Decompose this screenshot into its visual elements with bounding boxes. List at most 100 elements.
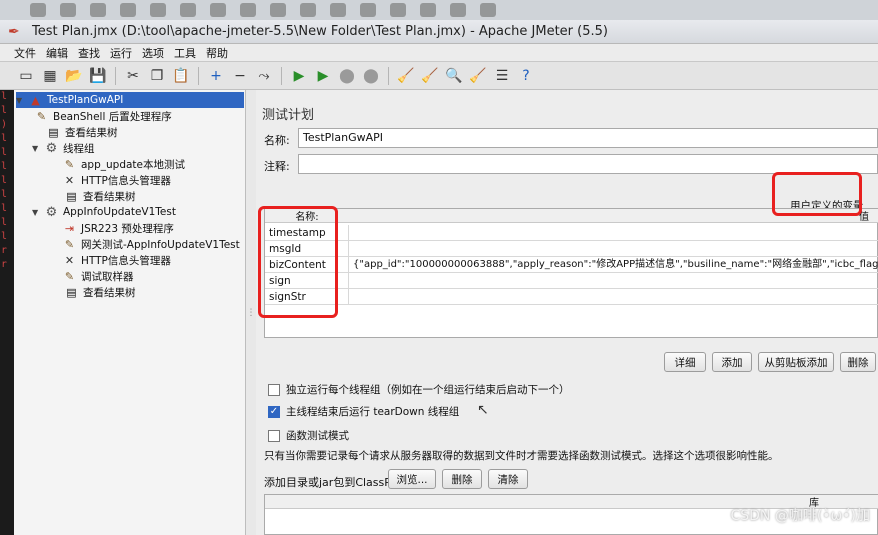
taskbar-app-icon[interactable] — [330, 3, 346, 17]
taskbar-app-icon[interactable] — [90, 3, 106, 17]
taskbar-app-icon[interactable] — [270, 3, 286, 17]
function-helper-icon[interactable]: ☰ — [492, 66, 512, 86]
table-row[interactable]: bizContent {"app_id":"100000000063888","… — [265, 256, 878, 273]
run-groups-consecutively-checkbox[interactable]: 独立运行每个线程组（例如在一个组运行结束后启动下一个） — [268, 382, 570, 397]
watermark: CSDN @咖啡(•̀ω•́)加 — [730, 508, 870, 524]
checkbox-box-checked[interactable]: ✓ — [268, 405, 280, 418]
taskbar-app-icon[interactable] — [360, 3, 376, 17]
taskbar-app-icon[interactable] — [30, 3, 46, 17]
chart-icon: ▤ — [48, 125, 59, 139]
open-icon[interactable]: 📂 — [64, 66, 84, 86]
table-row[interactable]: sign — [265, 272, 878, 289]
table-row[interactable]: signStr — [265, 288, 878, 305]
name-input[interactable]: TestPlanGwAPI — [298, 128, 878, 148]
table-row[interactable]: msgId — [265, 240, 878, 257]
checkbox-box[interactable] — [268, 383, 280, 396]
detail-button[interactable]: 详细 — [664, 352, 706, 372]
collapse-arrow-icon[interactable]: ▼ — [32, 144, 42, 153]
help-icon[interactable]: ? — [516, 66, 536, 86]
new-icon[interactable]: ▭ — [16, 66, 36, 86]
tree-node-thread-group[interactable]: ▼ ⚙ 线程组 — [32, 140, 95, 156]
annotation-highlight-box — [258, 206, 338, 318]
tree-node-label: 调试取样器 — [81, 270, 134, 283]
functional-test-mode-checkbox[interactable]: 函数测试模式 — [268, 428, 349, 443]
clear-all-icon[interactable]: 🧹 — [420, 66, 440, 86]
var-value-cell[interactable]: {"app_id":"100000000063888","apply_reaso… — [349, 257, 878, 273]
tree-node-appinfo-group[interactable]: ▼ ⚙ AppInfoUpdateV1Test — [32, 204, 176, 220]
functional-mode-note: 只有当你需要记录每个请求从服务器取得的数据到文件时才需要选择函数测试模式。选择这… — [264, 450, 779, 462]
menu-run[interactable]: 运行 — [110, 45, 132, 61]
tree-node-app-update[interactable]: ✎ app_update本地测试 — [62, 156, 185, 172]
table-row[interactable]: timestamp — [265, 224, 878, 241]
taskbar-app-icon[interactable] — [180, 3, 196, 17]
taskbar-app-icon[interactable] — [60, 3, 76, 17]
delete-button[interactable]: 删除 — [840, 352, 876, 372]
edge-text: l — [1, 189, 8, 200]
search-icon[interactable]: 🔍 — [444, 66, 464, 86]
taskbar-app-icon[interactable] — [480, 3, 496, 17]
classpath-clear-button[interactable]: 清除 — [488, 469, 528, 489]
gear-icon: ⚙ — [45, 140, 58, 156]
taskbar-app-icon[interactable] — [300, 3, 316, 17]
window-titlebar[interactable]: ✒ Test Plan.jmx (D:\tool\apache-jmeter-5… — [0, 20, 878, 44]
taskbar-app-icon[interactable] — [420, 3, 436, 17]
mouse-cursor-icon: ↖ — [477, 402, 489, 418]
tree-node-beanshell[interactable]: ✎ BeanShell 后置处理程序 — [34, 108, 172, 124]
paste-icon[interactable]: 📋 — [171, 66, 191, 86]
menu-help[interactable]: 帮助 — [206, 45, 228, 61]
var-value-cell[interactable] — [349, 273, 878, 289]
var-value-cell[interactable] — [349, 289, 878, 305]
tree-node-gateway-test[interactable]: ✎ 网关测试-AppInfoUpdateV1Test — [62, 236, 240, 252]
tree-node-result-tree[interactable]: ▤ 查看结果树 — [64, 188, 135, 204]
tree-node-result-tree[interactable]: ▤ 查看结果树 — [64, 284, 136, 300]
var-value-cell[interactable] — [349, 241, 878, 257]
tree-node-header-manager[interactable]: ✕ HTTP信息头管理器 — [62, 252, 171, 268]
tree-node-header-manager[interactable]: ✕ HTTP信息头管理器 — [62, 172, 171, 188]
tree-node-debug-sampler[interactable]: ✎ 调试取样器 — [62, 268, 134, 284]
menu-search[interactable]: 查找 — [78, 45, 100, 61]
pane-splitter[interactable]: ⋮ — [246, 90, 256, 535]
menu-options[interactable]: 选项 — [142, 45, 164, 61]
tree-node-jsr223[interactable]: ⇥ JSR223 预处理程序 — [62, 220, 174, 236]
pencil-icon: ✎ — [64, 157, 75, 171]
var-value-cell[interactable] — [349, 225, 878, 241]
pencil-icon: ✎ — [64, 237, 75, 251]
menu-edit[interactable]: 编辑 — [46, 45, 68, 61]
taskbar-app-icon[interactable] — [210, 3, 226, 17]
stop-icon[interactable]: ⬤ — [337, 66, 357, 86]
collapse-icon[interactable]: − — [230, 66, 250, 86]
toggle-icon[interactable]: ⤳ — [254, 66, 274, 86]
taskbar-app-icon[interactable] — [240, 3, 256, 17]
taskbar-app-icon[interactable] — [150, 3, 166, 17]
tree-node-label: 查看结果树 — [83, 286, 136, 299]
start-icon[interactable]: ▶ — [289, 66, 309, 86]
shutdown-icon[interactable]: ⬤ — [361, 66, 381, 86]
preprocessor-icon: ⇥ — [64, 221, 75, 235]
collapse-arrow-icon[interactable]: ▼ — [16, 96, 26, 105]
tree-node-label: BeanShell 后置处理程序 — [53, 110, 172, 123]
add-from-clipboard-button[interactable]: 从剪贴板添加 — [758, 352, 834, 372]
comment-input[interactable] — [298, 154, 878, 174]
copy-icon[interactable]: ❐ — [147, 66, 167, 86]
taskbar-app-icon[interactable] — [390, 3, 406, 17]
menu-tools[interactable]: 工具 — [174, 45, 196, 61]
cut-icon[interactable]: ✂ — [123, 66, 143, 86]
checkbox-box[interactable] — [268, 429, 280, 442]
add-button[interactable]: 添加 — [712, 352, 752, 372]
tree-node-result-tree[interactable]: ▤ 查看结果树 — [46, 124, 117, 140]
start-no-pause-icon[interactable]: ▶ — [313, 66, 333, 86]
reset-search-icon[interactable]: 🧹 — [468, 66, 488, 86]
terminal-edge: l l) l l l l l l l l r r — [0, 90, 14, 535]
classpath-delete-button[interactable]: 删除 — [442, 469, 482, 489]
collapse-arrow-icon[interactable]: ▼ — [32, 208, 42, 217]
menu-file[interactable]: 文件 — [14, 45, 36, 61]
clear-icon[interactable]: 🧹 — [396, 66, 416, 86]
browse-button[interactable]: 浏览... — [388, 469, 436, 489]
tree-node-testplan[interactable]: ▼ ▲ TestPlanGwAPI — [16, 92, 244, 108]
expand-icon[interactable]: + — [206, 66, 226, 86]
save-icon[interactable]: 💾 — [88, 66, 108, 86]
templates-icon[interactable]: ▦ — [40, 66, 60, 86]
taskbar-app-icon[interactable] — [120, 3, 136, 17]
teardown-on-shutdown-checkbox[interactable]: ✓ 主线程结束后运行 tearDown 线程组 — [268, 404, 459, 419]
taskbar-app-icon[interactable] — [450, 3, 466, 17]
